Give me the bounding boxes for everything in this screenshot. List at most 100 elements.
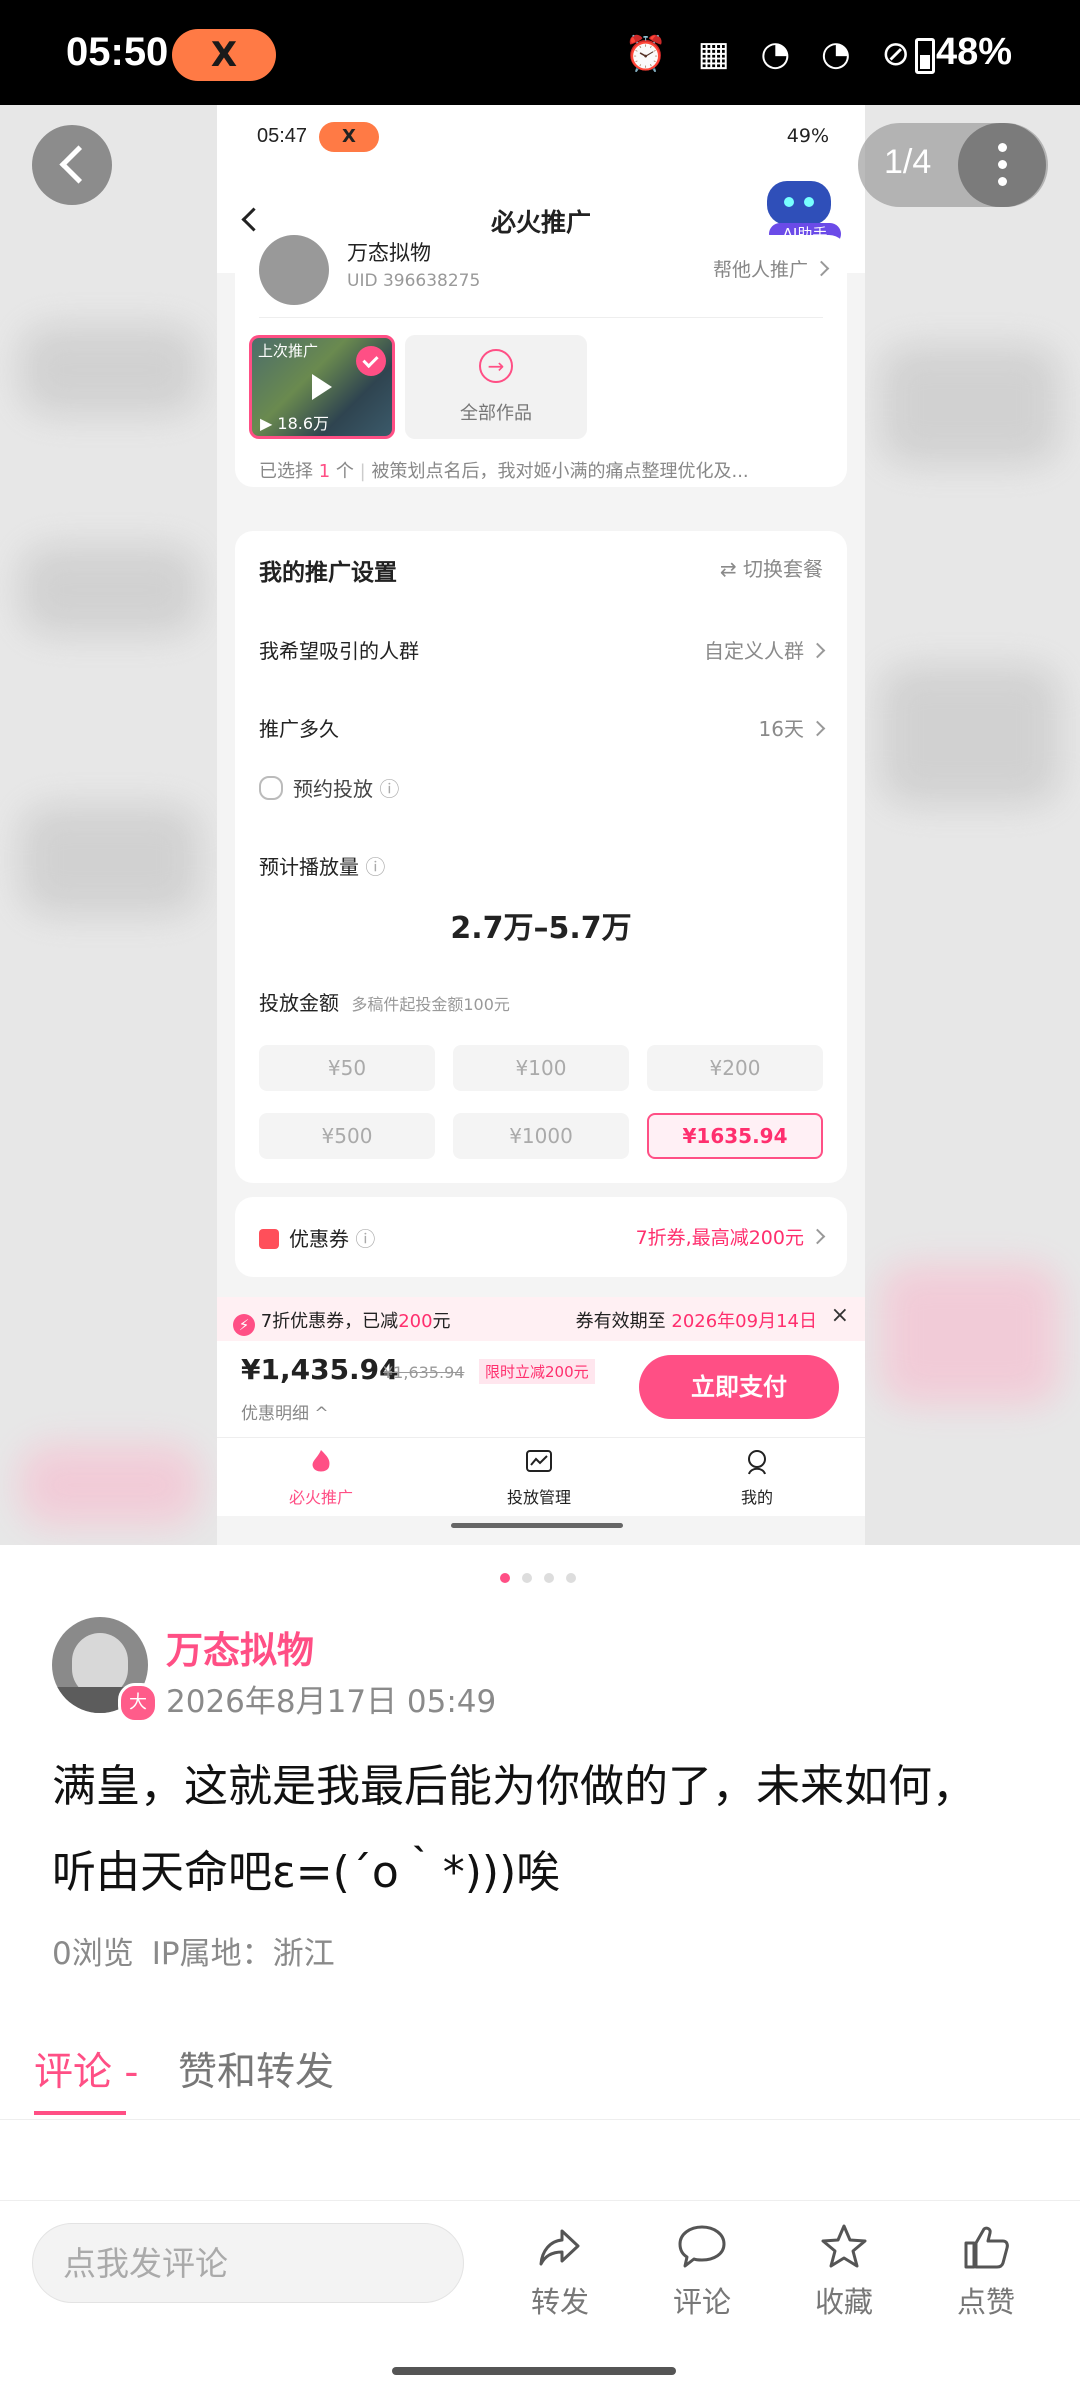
more-options-button[interactable]	[958, 123, 1046, 207]
like-button[interactable]: 点赞	[936, 2219, 1036, 2321]
coupon-bar-b: 200	[398, 1311, 433, 1332]
coupon-row: 优惠券 ⓘ 7折券,最高减200元	[259, 1223, 826, 1252]
help-icon: ⓘ	[379, 777, 400, 801]
inner-tab: 我的	[740, 1488, 773, 1507]
tab-underline	[34, 2111, 126, 2115]
inner-uid: UID 396638275	[347, 271, 481, 291]
duration-value-text: 16天	[758, 717, 804, 741]
dot-active	[500, 1573, 510, 1583]
audience-value-text: 自定义人群	[704, 639, 804, 663]
status-icons: ⏰ ▦ ◔ ◔ ⊘	[624, 34, 920, 74]
pay-detail: 优惠明细 ^	[241, 1404, 329, 1424]
coupon-bar: ⚡ 7折优惠券，已减200元 券有效期至 2026年09月14日 ×	[217, 1297, 865, 1341]
uid-value: 396638275	[382, 271, 481, 291]
blurred-bg	[20, 325, 200, 415]
amount-option: ¥1000	[453, 1113, 629, 1159]
post-tabs: 评论 - 赞和转发	[0, 2035, 1080, 2120]
tab-comments[interactable]: 评论 -	[34, 2041, 138, 2097]
favorite-button[interactable]: 收藏	[794, 2219, 894, 2321]
viewer-back-button[interactable]	[32, 125, 112, 205]
amount-label: 投放金额	[259, 991, 339, 1015]
screenshot-image: 05:47 X 49% 必火推广 AI助手 万态拟物 UID 396638275…	[217, 105, 865, 1545]
check-icon	[356, 346, 386, 376]
ip-location: IP属地：浙江	[151, 1936, 335, 1972]
close-icon: ×	[830, 1303, 849, 1328]
estimate-value: 2.7万–5.7万	[450, 911, 632, 946]
arrow-right-icon: →	[479, 349, 513, 383]
pager-count: 1/4	[884, 143, 932, 181]
inner-tab: 必火推广	[288, 1488, 353, 1507]
chart-icon	[525, 1448, 553, 1476]
pay-price: ¥1,435.94	[241, 1353, 399, 1386]
blurred-bg	[880, 345, 1060, 465]
comment-input[interactable]: 点我发评论	[32, 2223, 464, 2303]
robot-icon	[767, 181, 831, 225]
amount-option: ¥200	[647, 1045, 823, 1091]
dot	[566, 1573, 576, 1583]
amount-option: ¥50	[259, 1045, 435, 1091]
post-content: 满皇，这就是我最后能为你做的了，未来如何， 听由天命吧ε=(´ο｀*)))唉	[52, 1744, 1032, 1916]
viewer-pager: 1/4	[858, 123, 1048, 207]
like-label: 点赞	[956, 2285, 1015, 2319]
coupon-bar-left: ⚡ 7折优惠券，已减200元	[233, 1307, 451, 1336]
view-count: 0浏览	[52, 1936, 134, 1972]
amount-hint: 多稿件起投金额100元	[351, 995, 510, 1014]
comment-label: 评论	[672, 2285, 731, 2319]
selection-text: 已选择 1 个 | 被策划点名后，我对姬小满的痛点整理优化及...	[259, 461, 749, 482]
tab-likes-reposts[interactable]: 赞和转发	[178, 2041, 334, 2097]
duration-row: 推广多久 16天	[259, 713, 826, 742]
coupon-bar-d: 券有效期至	[575, 1311, 666, 1332]
coupon-bar-right: 券有效期至 2026年09月14日	[576, 1307, 817, 1333]
inner-avatar	[259, 235, 329, 305]
thumbs-up-icon	[936, 2219, 1036, 2275]
switch-label: 切换套餐	[743, 557, 823, 581]
home-indicator	[392, 2367, 676, 2375]
inner-app-pill: X	[319, 122, 379, 152]
account-card: 万态拟物 UID 396638275 帮他人推广 上次推广 ▶ 18.6万 → …	[235, 235, 847, 487]
post-content-line: 满皇，这就是我最后能为你做的了，未来如何，	[52, 1761, 976, 1812]
schedule-row: 预约投放 ⓘ	[259, 773, 823, 802]
bolt-icon: ⚡	[233, 1314, 255, 1336]
comment-icon	[652, 2219, 752, 2275]
audience-row: 我希望吸引的人群 自定义人群	[259, 635, 826, 664]
star-icon	[794, 2219, 894, 2275]
inner-status-time: 05:47	[257, 125, 308, 147]
fire-icon	[307, 1448, 335, 1476]
inner-tab: 投放管理	[506, 1488, 571, 1507]
audience-value: 自定义人群	[704, 635, 826, 664]
coupon-icon	[259, 1229, 279, 1249]
coupon-bar-c: 元	[432, 1311, 451, 1332]
help-icon: ⓘ	[365, 855, 386, 879]
user-icon	[743, 1448, 771, 1476]
audience-label: 我希望吸引的人群	[259, 639, 419, 663]
sel-prefix: 已选择	[259, 461, 313, 482]
coupon-card: 优惠券 ⓘ 7折券,最高减200元	[235, 1197, 847, 1277]
all-works-label: 全部作品	[460, 403, 532, 424]
repost-label: 转发	[530, 2285, 589, 2319]
thumb-label: 上次推广	[258, 342, 319, 360]
battery-icon	[915, 38, 935, 74]
thumb-views: ▶ 18.6万	[260, 414, 330, 433]
pay-tag: 限时立减200元	[479, 1359, 595, 1384]
estimate-label: 预计播放量	[259, 855, 359, 879]
comment-button[interactable]: 评论	[652, 2219, 752, 2321]
settings-title: 我的推广设置 ⇄ 切换套餐	[259, 553, 823, 587]
sel-desc: 被策划点名后，我对姬小满的痛点整理优化及...	[371, 461, 749, 482]
help-label: 帮他人推广	[712, 259, 808, 281]
schedule-label: 预约投放	[293, 777, 373, 801]
amount-option: ¥500	[259, 1113, 435, 1159]
inner-home-indicator	[451, 1523, 623, 1528]
amount-option: ¥100	[453, 1045, 629, 1091]
coupon-value-text: 7折券,最高减200元	[635, 1227, 804, 1249]
coupon-label: 优惠券	[289, 1227, 349, 1251]
pay-original: ¥1,635.94	[383, 1363, 465, 1382]
coupon-value: 7折券,最高减200元	[635, 1223, 826, 1250]
post-meta: 0浏览 IP属地：浙江	[52, 1928, 353, 1973]
post-content-line: 听由天命吧ε=(´ο｀*)))唉	[52, 1847, 561, 1898]
switch-plan: ⇄ 切换套餐	[719, 557, 823, 581]
blurred-bg	[20, 1445, 200, 1525]
app-pill[interactable]: X	[172, 29, 276, 81]
author-name[interactable]: 万态拟物	[166, 1620, 314, 1674]
repost-button[interactable]: 转发	[510, 2219, 610, 2321]
more-dot	[998, 177, 1007, 186]
